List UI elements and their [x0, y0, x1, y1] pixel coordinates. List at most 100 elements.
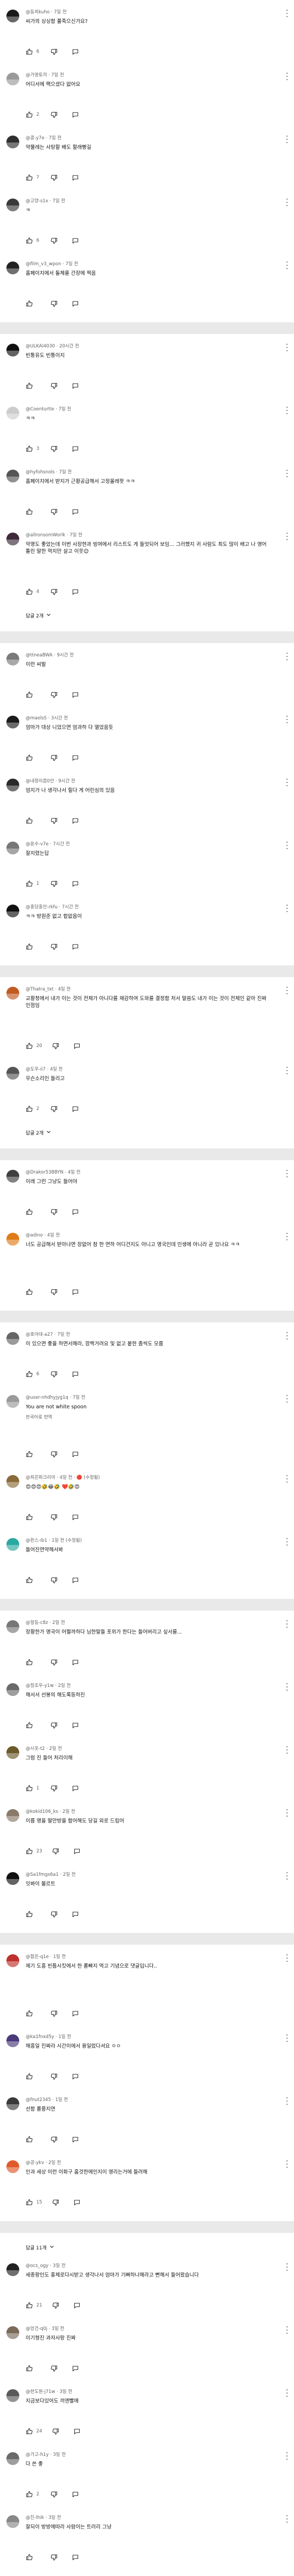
dislike-button[interactable] — [50, 508, 58, 516]
like-button[interactable] — [26, 1722, 41, 1729]
reply-button[interactable] — [72, 1288, 79, 1296]
avatar[interactable] — [6, 10, 19, 22]
kebab-menu-icon[interactable]: · · · — [284, 530, 290, 544]
kebab-menu-icon[interactable]: · · · — [284, 1473, 290, 1486]
like-button[interactable] — [26, 1659, 41, 1666]
like-button[interactable]: 20 — [26, 1042, 42, 1050]
kebab-menu-icon[interactable]: · · · — [284, 902, 290, 916]
reply-button[interactable] — [72, 508, 79, 516]
dislike-button[interactable] — [50, 445, 58, 453]
reply-button[interactable] — [72, 754, 79, 762]
avatar[interactable] — [6, 1746, 19, 1759]
avatar[interactable] — [6, 2034, 19, 2047]
kebab-menu-icon[interactable]: · · · — [284, 342, 290, 355]
like-button[interactable] — [26, 2073, 41, 2080]
replies-toggle[interactable]: 답글 2개 — [0, 1123, 294, 1144]
avatar[interactable] — [6, 1683, 19, 1696]
reply-button[interactable] — [72, 880, 79, 887]
dislike-button[interactable] — [50, 691, 58, 699]
comment-author-meta[interactable]: @maelsS · 3시간 전 — [26, 709, 278, 722]
comment-author-meta[interactable]: @adino · 4일 전 — [26, 1226, 278, 1239]
dislike-button[interactable] — [50, 1288, 58, 1296]
avatar[interactable] — [6, 1809, 19, 1822]
reply-button[interactable] — [73, 1042, 81, 1050]
dislike-button[interactable] — [50, 1105, 58, 1113]
comment-author-meta[interactable]: @fnut2345 · 1일 전 — [26, 2091, 278, 2104]
comment-author-meta[interactable]: @user-nhdhyjyg1q · 7일 전 — [26, 1389, 278, 1401]
avatar[interactable] — [6, 905, 19, 917]
reply-button[interactable] — [72, 48, 79, 56]
comment-author-meta[interactable]: @ocs_ogy · 3일 전 — [26, 2257, 278, 2270]
reply-button[interactable] — [72, 588, 79, 596]
comment-author-meta[interactable]: @Coenturtle · 7일 전 — [26, 400, 278, 413]
dislike-button[interactable] — [52, 1848, 59, 1855]
dislike-button[interactable] — [50, 2365, 58, 2372]
kebab-menu-icon[interactable]: · · · — [284, 2387, 290, 2400]
reply-button[interactable] — [73, 1848, 81, 1855]
avatar[interactable] — [6, 1954, 19, 1967]
avatar[interactable] — [6, 261, 19, 274]
reply-button[interactable] — [72, 111, 79, 118]
avatar[interactable] — [6, 1332, 19, 1345]
avatar[interactable] — [6, 2515, 19, 2528]
comment-author-meta[interactable]: @allronsomWorlk · 7일 전 — [26, 526, 278, 539]
kebab-menu-icon[interactable]: · · · — [284, 2095, 290, 2109]
dislike-button[interactable] — [50, 2136, 58, 2143]
kebab-menu-icon[interactable]: · · · — [284, 1065, 290, 1078]
like-button[interactable]: 2 — [26, 111, 41, 118]
dislike-button[interactable] — [50, 237, 58, 244]
comment-author-meta[interactable]: @윤수-v7e · 7시간 전 — [26, 835, 278, 848]
dislike-button[interactable] — [50, 300, 58, 307]
translate-link[interactable]: 한국어로 번역 — [26, 1410, 278, 1421]
comment-author-meta[interactable]: @홍당홍안-rkfu · 7시간 전 — [26, 898, 278, 911]
like-button[interactable]: 6 — [26, 1370, 41, 1378]
like-button[interactable]: 24 — [26, 2428, 42, 2435]
like-button[interactable] — [26, 1451, 41, 1458]
reply-button[interactable] — [72, 1911, 79, 1918]
like-button[interactable] — [26, 508, 41, 516]
dislike-button[interactable] — [52, 2302, 59, 2309]
reply-button[interactable] — [72, 943, 79, 950]
like-button[interactable] — [26, 1513, 41, 1521]
reply-button[interactable] — [72, 2554, 79, 2561]
avatar[interactable] — [6, 533, 19, 545]
comment-author-meta[interactable]: @시옷-t2 · 2일 전 — [26, 1740, 278, 1753]
reply-button[interactable] — [72, 2136, 79, 2143]
avatar[interactable] — [6, 2326, 19, 2339]
like-button[interactable]: 15 — [26, 2199, 42, 2206]
kebab-menu-icon[interactable]: · · · — [284, 2261, 290, 2274]
reply-button[interactable] — [72, 2365, 79, 2372]
dislike-button[interactable] — [50, 588, 58, 596]
comment-author-meta[interactable]: @ULKAI4030 · 20시간 전 — [26, 337, 278, 350]
comment-author-meta[interactable]: @콩-y7e · 7일 전 — [26, 129, 278, 142]
reply-button[interactable] — [72, 691, 79, 699]
like-button[interactable]: 21 — [26, 2302, 42, 2309]
dislike-button[interactable] — [50, 1451, 58, 1458]
like-button[interactable] — [26, 1288, 41, 1296]
avatar[interactable] — [6, 842, 19, 854]
avatar[interactable] — [6, 987, 19, 1000]
comment-author-meta[interactable]: @할동-c8z · 2일 전 — [26, 1614, 278, 1627]
comment-author-meta[interactable]: @kokid106_ks · 2일 전 — [26, 1803, 278, 1816]
avatar[interactable] — [6, 2389, 19, 2402]
reply-button[interactable] — [72, 382, 79, 390]
kebab-menu-icon[interactable]: · · · — [284, 2513, 290, 2526]
dislike-button[interactable] — [50, 2554, 58, 2561]
kebab-menu-icon[interactable]: · · · — [284, 1807, 290, 1820]
dislike-button[interactable] — [52, 1042, 59, 1050]
like-button[interactable]: 2 — [26, 1105, 41, 1113]
like-button[interactable] — [26, 817, 41, 825]
avatar[interactable] — [6, 1233, 19, 1246]
reply-button[interactable] — [72, 1659, 79, 1666]
comment-author-meta[interactable]: @가고-h1y · 3일 전 — [26, 2446, 278, 2459]
kebab-menu-icon[interactable]: · · · — [284, 839, 290, 853]
reply-button[interactable] — [72, 1370, 79, 1378]
reply-button[interactable] — [73, 2428, 81, 2435]
kebab-menu-icon[interactable]: · · · — [284, 2324, 290, 2337]
kebab-menu-icon[interactable]: · · · — [284, 1744, 290, 1757]
like-button[interactable]: 4 — [26, 588, 41, 596]
dislike-button[interactable] — [50, 2073, 58, 2080]
kebab-menu-icon[interactable]: · · · — [284, 2158, 290, 2171]
comment-author-meta[interactable]: @정조우-y1w · 2일 전 — [26, 1677, 278, 1690]
avatar[interactable] — [6, 2452, 19, 2465]
